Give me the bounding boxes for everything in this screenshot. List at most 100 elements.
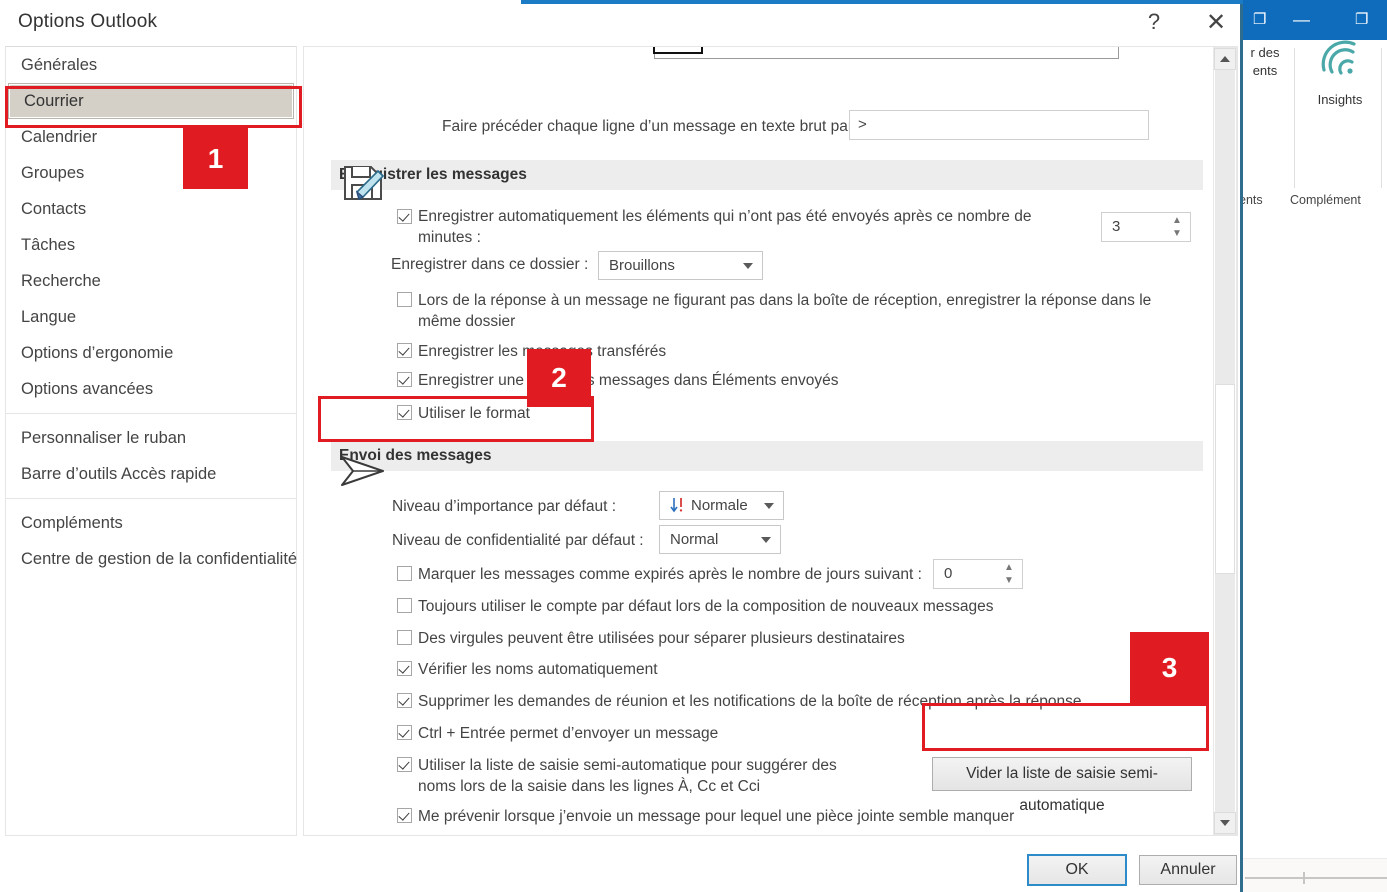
zoom-slider-handle[interactable] xyxy=(1303,872,1305,884)
importance-combobox[interactable]: Normale xyxy=(659,491,784,520)
outlook-options-dialog: Options Outlook ? ✕ Générales Courrier C… xyxy=(0,0,1243,892)
ribbon-separator-2 xyxy=(1381,48,1382,188)
importance-value: Normale xyxy=(691,497,748,514)
delete-meeting-requests-label: Supprimer les demandes de réunion et les… xyxy=(418,693,1082,710)
save-forwarded-label: Enregistrer les messages transférés xyxy=(418,343,667,360)
ribbon-item-partial[interactable]: r des ents xyxy=(1237,44,1293,79)
sensitivity-value: Normal xyxy=(670,531,719,548)
triangle-up-icon xyxy=(1220,56,1230,62)
missing-attachment-warning-checkbox[interactable] xyxy=(397,808,412,823)
dialog-accent-bar xyxy=(521,0,1243,4)
triangle-down-icon xyxy=(1220,820,1230,826)
scroll-up-button[interactable] xyxy=(1214,48,1236,70)
save-folder-label: Enregistrer dans ce dossier : xyxy=(391,256,589,273)
sidebar-item-groupes[interactable]: Groupes xyxy=(6,155,296,191)
sidebar-item-courrier[interactable]: Courrier xyxy=(8,83,294,119)
close-button[interactable]: ✕ xyxy=(1197,6,1235,38)
autosave-label: Enregistrer automatiquement les éléments… xyxy=(418,208,1032,246)
sidebar-item-generales[interactable]: Générales xyxy=(6,47,296,83)
prefix-line-label-text: Faire précéder chaque ligne d’un message… xyxy=(442,118,862,135)
section-header-enregistrer: Enregistrer les messages xyxy=(331,160,1203,190)
background-titlebar: ❐ — ❐ xyxy=(1237,0,1387,40)
save-folder-value: Brouillons xyxy=(609,257,675,274)
use-format-checkbox[interactable] xyxy=(397,405,412,420)
save-forwarded-checkbox[interactable] xyxy=(397,343,412,358)
clear-autocomplete-button[interactable]: Vider la liste de saisie semi-automatiqu… xyxy=(932,757,1192,814)
ribbon-item-partial-line2: ents xyxy=(1252,62,1278,78)
prefix-line-label: Faire précéder chaque ligne d’un message… xyxy=(442,118,862,136)
expiry-checkbox[interactable] xyxy=(397,566,412,581)
help-button[interactable]: ? xyxy=(1135,6,1173,38)
auto-check-names-label: Vérifier les noms automatiquement xyxy=(418,661,658,678)
importance-label: Niveau d’importance par défaut : xyxy=(392,498,617,515)
chevron-down-icon-importance xyxy=(764,502,774,509)
autosave-minutes-down-icon[interactable]: ▼ xyxy=(1171,228,1183,238)
ctrl-enter-send-checkbox[interactable] xyxy=(397,725,412,740)
always-default-account-checkbox[interactable] xyxy=(397,598,412,613)
autosave-minutes-stepper[interactable]: 3 ▲ ▼ xyxy=(1101,212,1191,242)
sensitivity-combobox[interactable]: Normal xyxy=(659,525,781,554)
save-copy-sent-label: Enregistrer une copie des messages dans … xyxy=(418,372,839,389)
expiry-days-value: 0 xyxy=(944,565,953,582)
ribbon-item-insights[interactable]: Insights xyxy=(1300,36,1380,108)
save-icon xyxy=(337,157,389,212)
save-copy-sent-checkbox[interactable] xyxy=(397,372,412,387)
save-folder-combobox[interactable]: Brouillons xyxy=(598,251,763,280)
ribbon-separator xyxy=(1294,48,1295,188)
partial-combo-box-top[interactable] xyxy=(653,47,1119,59)
sensitivity-label: Niveau de confidentialité par défaut : xyxy=(392,532,644,549)
expiry-days-up-icon[interactable]: ▲ xyxy=(1003,562,1015,572)
options-content-pane: Faire précéder chaque ligne d’un message… xyxy=(303,46,1238,836)
scrollbar-track-upper[interactable] xyxy=(1215,70,1235,384)
ok-button[interactable]: OK xyxy=(1027,854,1127,886)
sidebar-item-calendrier[interactable]: Calendrier xyxy=(6,119,296,155)
always-default-account-label: Toujours utiliser le compte par défaut l… xyxy=(418,598,994,615)
background-outlook-window xyxy=(1237,0,1387,892)
auto-check-names-checkbox[interactable] xyxy=(397,661,412,676)
delete-meeting-requests-checkbox[interactable] xyxy=(397,693,412,708)
autosave-minutes-up-icon[interactable]: ▲ xyxy=(1171,215,1183,225)
expiry-days-down-icon[interactable]: ▼ xyxy=(1003,575,1015,585)
scrollbar-thumb[interactable] xyxy=(1215,384,1235,574)
chevron-down-icon xyxy=(743,262,753,269)
insights-label: Insights xyxy=(1317,91,1363,107)
options-category-list: Générales Courrier Calendrier Groupes Co… xyxy=(5,46,297,836)
content-vertical-scrollbar[interactable] xyxy=(1213,47,1237,835)
sidebar-item-taches[interactable]: Tâches xyxy=(6,227,296,263)
reply-same-folder-checkbox[interactable] xyxy=(397,292,412,307)
sidebar-divider-2 xyxy=(6,498,296,499)
sidebar-item-barre-outils-acces-rapide[interactable]: Barre d’outils Accès rapide xyxy=(6,456,296,492)
sidebar-item-ergonomie[interactable]: Options d’ergonomie xyxy=(6,335,296,371)
restore-down-icon[interactable]: ❐ xyxy=(1253,12,1266,27)
prefix-line-input[interactable]: > xyxy=(849,110,1149,140)
scroll-down-button[interactable] xyxy=(1214,812,1236,834)
sidebar-item-complements[interactable]: Compléments xyxy=(6,505,296,541)
maximize-icon[interactable]: ❐ xyxy=(1355,12,1368,27)
background-horizontal-scrollbar[interactable] xyxy=(1245,872,1387,884)
ctrl-enter-send-label: Ctrl + Entrée permet d’envoyer un messag… xyxy=(418,725,719,742)
commas-separator-label: Des virgules peuvent être utilisées pour… xyxy=(418,630,905,647)
cancel-button[interactable]: Annuler xyxy=(1139,855,1237,885)
chevron-down-icon-sensitivity xyxy=(761,536,771,543)
send-arrow-icon xyxy=(337,443,389,496)
autosave-minutes-value: 3 xyxy=(1112,218,1121,235)
reply-same-folder-label: Lors de la réponse à un message ne figur… xyxy=(418,292,1152,330)
ribbon-item-partial-line1: r des xyxy=(1250,45,1280,60)
commas-separator-checkbox[interactable] xyxy=(397,630,412,645)
autocomplete-list-checkbox[interactable] xyxy=(397,757,412,772)
scrollbar-track-lower[interactable] xyxy=(1215,574,1235,812)
sidebar-item-contacts[interactable]: Contacts xyxy=(6,191,296,227)
sidebar-item-avancees[interactable]: Options avancées xyxy=(6,371,296,407)
insights-group-label: Complément xyxy=(1290,193,1361,207)
sidebar-item-recherche[interactable]: Recherche xyxy=(6,263,296,299)
autosave-checkbox[interactable] xyxy=(397,209,412,224)
sidebar-item-centre-confidentialite[interactable]: Centre de gestion de la confidentialité xyxy=(6,541,297,577)
sidebar-item-langue[interactable]: Langue xyxy=(6,299,296,335)
minimize-icon[interactable]: — xyxy=(1293,11,1310,28)
sidebar-item-personnaliser-ruban[interactable]: Personnaliser le ruban xyxy=(6,420,296,456)
partial-combo-inner xyxy=(653,47,703,54)
expiry-days-stepper[interactable]: 0 ▲ ▼ xyxy=(933,559,1023,589)
importance-normal-icon xyxy=(668,495,686,524)
sidebar-divider-1 xyxy=(6,413,296,414)
scrollbar-track xyxy=(1245,877,1387,879)
